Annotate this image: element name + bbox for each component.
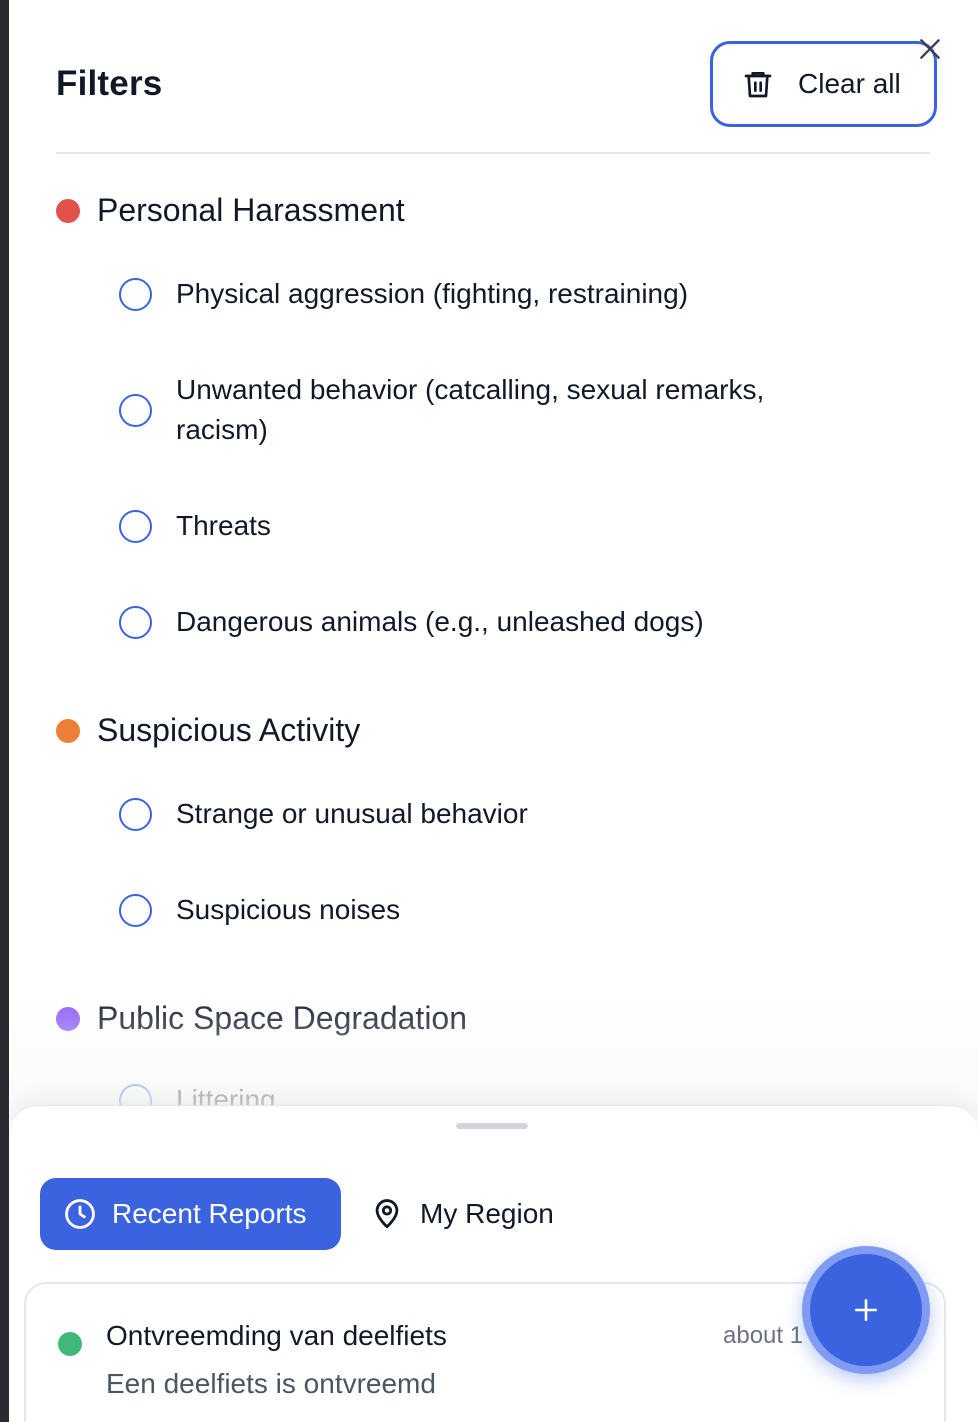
filter-option-unwanted-behavior[interactable]: Unwanted behavior (catcalling, sexual re… xyxy=(119,370,819,450)
radio-button[interactable] xyxy=(119,509,152,543)
filters-panel: Filters Clear all Personal Harassment Ph… xyxy=(9,0,978,1422)
header-divider xyxy=(56,152,930,154)
option-label: Physical aggression (fighting, restraini… xyxy=(176,278,689,309)
map-pin-icon xyxy=(370,1197,404,1231)
radio-button[interactable] xyxy=(119,797,152,831)
filter-option-suspicious-noises[interactable]: Suspicious noises xyxy=(119,890,400,930)
clock-icon xyxy=(63,1197,97,1231)
tab-label: Recent Reports xyxy=(112,1198,307,1229)
category-label: Public Space Degradation xyxy=(97,1000,468,1036)
clear-all-label: Clear all xyxy=(798,68,901,99)
filter-option-physical-aggression[interactable]: Physical aggression (fighting, restraini… xyxy=(119,274,688,314)
option-label: Dangerous animals (e.g., unleashed dogs) xyxy=(176,606,704,637)
trash-icon xyxy=(742,68,774,100)
category-suspicious-activity: Suspicious Activity xyxy=(56,712,360,749)
clear-all-button[interactable]: Clear all xyxy=(710,41,937,127)
status-dot xyxy=(58,1332,82,1356)
category-dot xyxy=(56,198,80,223)
filter-option-strange-behavior[interactable]: Strange or unusual behavior xyxy=(119,794,528,834)
category-dot xyxy=(56,1006,80,1031)
drag-handle[interactable] xyxy=(456,1123,528,1129)
tab-label: My Region xyxy=(420,1198,554,1229)
close-icon[interactable] xyxy=(917,36,943,62)
category-dot xyxy=(56,718,80,743)
report-description: Een deelfiets is ontvreemd xyxy=(106,1368,436,1399)
option-label: Unwanted behavior (catcalling, sexual re… xyxy=(176,374,765,445)
plus-icon xyxy=(853,1297,879,1323)
tab-my-region[interactable]: My Region xyxy=(370,1178,554,1250)
radio-button[interactable] xyxy=(119,605,152,639)
tab-recent-reports[interactable]: Recent Reports xyxy=(40,1178,341,1250)
option-label: Threats xyxy=(176,510,271,541)
radio-button[interactable] xyxy=(119,393,152,427)
filter-option-dangerous-animals[interactable]: Dangerous animals (e.g., unleashed dogs) xyxy=(119,602,704,642)
report-title: Ontvreemding van deelfiets xyxy=(106,1320,447,1351)
page-title: Filters xyxy=(56,64,163,103)
radio-button[interactable] xyxy=(119,277,152,311)
option-label: Strange or unusual behavior xyxy=(176,798,528,829)
category-label: Personal Harassment xyxy=(97,192,405,228)
category-personal-harassment: Personal Harassment xyxy=(56,192,405,229)
report-timestamp: about 1 xyxy=(723,1322,804,1349)
add-report-button[interactable] xyxy=(802,1246,930,1374)
filter-option-threats[interactable]: Threats xyxy=(119,506,271,546)
category-label: Suspicious Activity xyxy=(97,712,361,748)
radio-button[interactable] xyxy=(119,893,152,927)
option-label: Suspicious noises xyxy=(176,894,401,925)
category-public-space-degradation: Public Space Degradation xyxy=(56,1000,467,1037)
